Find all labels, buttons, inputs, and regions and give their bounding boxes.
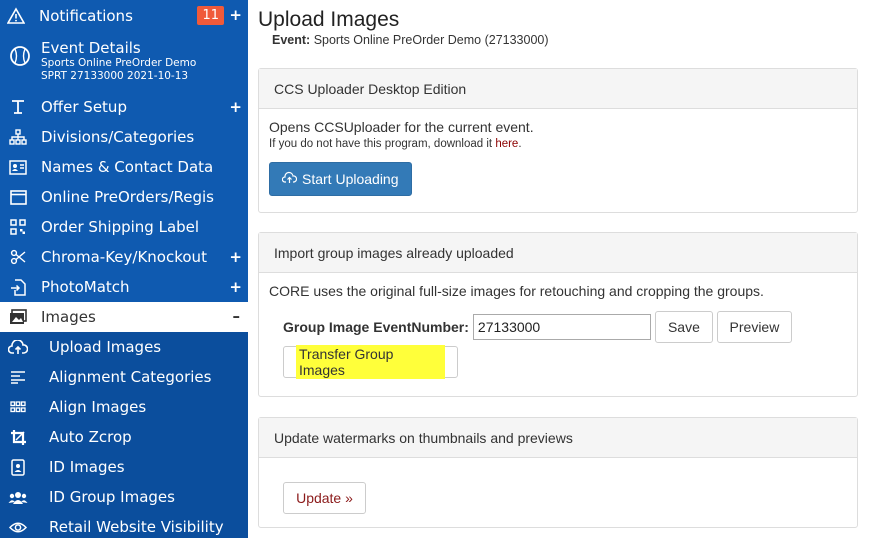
sidebar-item-label: Upload Images (49, 338, 162, 356)
sidebar-item-label: Chroma-Key/Knockout (41, 248, 207, 266)
eye-icon (8, 517, 28, 537)
event-line: Event: Sports Online PreOrder Demo (2713… (272, 33, 858, 47)
baseball-icon (8, 44, 32, 68)
sidebar-item-label: Retail Website Visibility (49, 518, 224, 536)
expand-icon[interactable]: + (229, 6, 242, 24)
sidebar-item-label: PhotoMatch (41, 278, 130, 296)
group-event-number-label: Group Image EventNumber: (283, 319, 469, 335)
watermark-panel: Update watermarks on thumbnails and prev… (258, 417, 858, 528)
download-note: If you do not have this program, downloa… (269, 138, 847, 150)
start-uploading-label: Start Uploading (302, 171, 399, 187)
sidebar-item-label: Align Images (49, 398, 147, 416)
users-icon (8, 487, 28, 507)
panel-heading: Import group images already uploaded (259, 233, 857, 273)
images-icon (8, 307, 28, 327)
sidebar-item-divisions-categories[interactable]: Divisions/Categories (0, 122, 248, 152)
sidebar-item-label: Alignment Categories (49, 368, 212, 386)
notification-count-badge: 11 (197, 6, 224, 25)
cloud-upload-icon (281, 171, 298, 187)
expand-icon[interactable]: + (229, 98, 242, 116)
sidebar-item-order-shipping-label[interactable]: Order Shipping Label (0, 212, 248, 242)
sidebar-item-label: Order Shipping Label (41, 218, 200, 236)
panel-heading: CCS Uploader Desktop Edition (259, 69, 857, 109)
preview-button[interactable]: Preview (716, 311, 792, 343)
sidebar-item-label: Offer Setup (41, 98, 127, 116)
sidebar-item-label: Images (41, 308, 96, 326)
sidebar-item-align-images[interactable]: Align Images (0, 392, 248, 422)
event-name: Sports Online PreOrder Demo (41, 57, 197, 69)
sidebar-item-label: Divisions/Categories (41, 128, 195, 146)
sidebar-item-id-images[interactable]: ID Images (0, 452, 248, 482)
sidebar-item-upload-images[interactable]: Upload Images (0, 332, 248, 362)
sidebar-item-chroma-key-knockout[interactable]: Chroma-Key/Knockout + (0, 242, 248, 272)
update-button[interactable]: Update » (283, 482, 366, 514)
start-uploading-button[interactable]: Start Uploading (269, 162, 412, 196)
uploader-description: Opens CCSUploader for the current event. (269, 119, 534, 135)
uploader-panel: CCS Uploader Desktop Edition Opens CCSUp… (258, 68, 858, 213)
contact-card-icon (8, 157, 28, 177)
expand-icon[interactable]: + (229, 248, 242, 266)
id-badge-icon (8, 457, 28, 477)
sidebar-item-label: Auto Zcrop (49, 428, 132, 446)
sidebar-item-label: ID Group Images (49, 488, 175, 506)
download-note-text: If you do not have this program, downloa… (269, 138, 496, 150)
qrcode-icon (8, 217, 28, 237)
event-value: Sports Online PreOrder Demo (27133000) (313, 33, 549, 47)
crop-icon (8, 427, 28, 447)
align-left-icon (8, 367, 28, 387)
sidebar: Notifications 11 + Event Details Sports … (0, 0, 248, 538)
panel-heading: Update watermarks on thumbnails and prev… (259, 418, 857, 458)
main-content: Upload Images Event: Sports Online PreOr… (248, 0, 875, 538)
collapse-icon[interactable]: – (233, 307, 241, 325)
sidebar-item-label: Notifications (39, 7, 133, 25)
group-event-number-input[interactable] (472, 314, 651, 340)
sidebar-item-alignment-categories[interactable]: Alignment Categories (0, 362, 248, 392)
save-button[interactable]: Save (654, 311, 713, 343)
sidebar-item-offer-setup[interactable]: Offer Setup + (0, 92, 248, 122)
sidebar-item-online-preorders-regis[interactable]: Online PreOrders/Regis (0, 182, 248, 212)
download-link[interactable]: here (495, 138, 518, 150)
sidebar-item-event-details[interactable]: Event Details Sports Online PreOrder Dem… (0, 32, 248, 92)
transfer-group-images-label: Transfer Group Images (296, 345, 445, 379)
sidebar-item-label: Online PreOrders/Regis (41, 188, 214, 206)
scissors-icon (8, 247, 28, 267)
import-description: CORE uses the original full-size images … (269, 283, 764, 299)
sidebar-item-photomatch[interactable]: PhotoMatch + (0, 272, 248, 302)
transfer-group-images-button[interactable]: Transfer Group Images (283, 345, 458, 379)
file-import-icon (8, 277, 28, 297)
warning-icon (6, 6, 26, 26)
grid-icon (8, 397, 28, 417)
page-title: Upload Images (258, 8, 400, 31)
cloud-upload-icon (8, 337, 28, 357)
download-note-end: . (518, 138, 522, 150)
event-code: SPRT 27133000 2021-10-13 (41, 70, 189, 82)
sidebar-item-label: Names & Contact Data (41, 158, 214, 176)
hierarchy-icon (8, 127, 28, 147)
event-details-title: Event Details (41, 39, 141, 57)
sidebar-item-names-contact-data[interactable]: Names & Contact Data (0, 152, 248, 182)
text-cursor-icon (8, 97, 28, 117)
sidebar-item-auto-zcrop[interactable]: Auto Zcrop (0, 422, 248, 452)
sidebar-item-images[interactable]: Images – (0, 302, 248, 332)
window-icon (8, 187, 28, 207)
import-panel: Import group images already uploaded COR… (258, 232, 858, 397)
event-label: Event: (272, 33, 311, 47)
sidebar-item-label: ID Images (49, 458, 125, 476)
sidebar-item-retail-website-visibility[interactable]: Retail Website Visibility (0, 512, 248, 538)
expand-icon[interactable]: + (229, 278, 242, 296)
sidebar-item-id-group-images[interactable]: ID Group Images (0, 482, 248, 512)
sidebar-item-notifications[interactable]: Notifications 11 + (0, 0, 248, 32)
